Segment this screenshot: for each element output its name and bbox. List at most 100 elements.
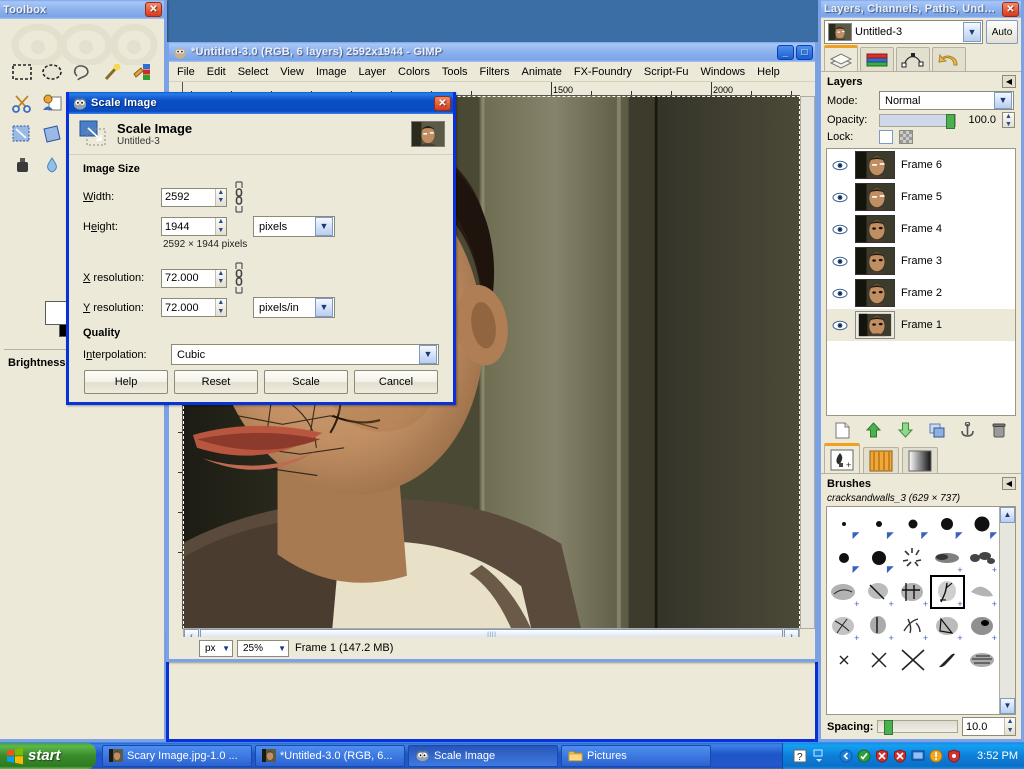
menu-image[interactable]: Image <box>310 64 353 80</box>
brush-cell[interactable]: ◤ <box>965 507 999 541</box>
start-button[interactable]: start <box>0 742 96 769</box>
xres-decrement-button[interactable]: ▼ <box>216 278 226 287</box>
security-alert-icon[interactable] <box>875 748 889 763</box>
duplicate-layer-button[interactable] <box>925 420 949 440</box>
layer-row-frame-3[interactable]: Frame 3 <box>827 245 1015 277</box>
anchor-layer-button[interactable] <box>956 420 980 440</box>
show-hidden-icons-icon[interactable] <box>839 749 853 763</box>
brush-cell[interactable]: + <box>930 609 964 643</box>
layer-list[interactable]: Frame 6 Frame 5 Frame 4 Frame 3 Frame 2 … <box>826 148 1016 416</box>
brush-cell[interactable]: ◤ <box>896 507 930 541</box>
spacing-slider[interactable] <box>877 720 958 735</box>
yres-spinner[interactable]: ▲▼ <box>161 298 227 317</box>
brush-cell[interactable]: + <box>896 609 930 643</box>
spacing-decrement-button[interactable]: ▼ <box>1005 727 1015 736</box>
menu-help[interactable]: Help <box>751 64 786 80</box>
display-icon[interactable] <box>911 749 925 763</box>
lower-layer-button[interactable] <box>893 420 917 440</box>
brush-cell[interactable]: + <box>965 609 999 643</box>
zoom-combo[interactable]: 25% ▼ <box>237 639 289 657</box>
dock-close-button[interactable]: ✕ <box>1002 1 1019 17</box>
lock-pixels-checkbox[interactable] <box>879 130 893 144</box>
resolution-chain-link[interactable] <box>231 261 247 295</box>
width-input[interactable] <box>162 188 215 206</box>
blur-tool[interactable] <box>38 150 67 180</box>
width-spinner[interactable]: ▲▼ <box>161 187 227 207</box>
opacity-decrement-button[interactable]: ▼ <box>1003 121 1014 129</box>
ellipse-select-tool[interactable] <box>38 57 67 87</box>
canvas-vertical-scrollbar[interactable] <box>800 96 815 629</box>
brush-cell[interactable] <box>896 541 930 575</box>
foreground-select-tool[interactable] <box>38 88 67 118</box>
image-window-maximize-button[interactable]: □ <box>796 44 813 60</box>
security-center-icon[interactable] <box>857 749 871 763</box>
brush-cell[interactable]: + <box>827 575 861 609</box>
spacing-increment-button[interactable]: ▲ <box>1005 718 1015 727</box>
eye-icon[interactable] <box>831 320 849 331</box>
opacity-increment-button[interactable]: ▲ <box>1003 113 1014 121</box>
eye-icon[interactable] <box>831 288 849 299</box>
image-selector-combo[interactable]: Untitled-3 ▼ <box>824 20 983 44</box>
brush-cell[interactable]: ◤ <box>827 507 861 541</box>
tab-undo-history[interactable] <box>932 47 966 71</box>
size-unit-combo[interactable]: pixels ▼ <box>253 216 335 237</box>
tab-channels[interactable] <box>860 47 894 71</box>
eye-icon[interactable] <box>831 160 849 171</box>
brush-cell[interactable]: ◤ <box>930 507 964 541</box>
chevron-down-icon[interactable]: ▼ <box>963 22 981 42</box>
dock-titlebar[interactable]: Layers, Channels, Paths, Undo -... ✕ <box>821 0 1021 18</box>
layer-mode-combo[interactable]: Normal ▼ <box>879 91 1014 110</box>
ink-tool[interactable] <box>8 150 37 180</box>
brush-grid[interactable]: ◤ ◤ ◤ ◤ ◤ ◤ ◤ + + + + + + + + + + + + <box>827 507 999 714</box>
brush-cell[interactable] <box>896 643 930 677</box>
height-decrement-button[interactable]: ▼ <box>216 227 226 236</box>
toolbox-close-button[interactable]: ✕ <box>145 2 162 17</box>
toolbox-titlebar[interactable]: Toolbox ✕ <box>0 0 164 19</box>
scale-button[interactable]: Scale <box>264 370 348 394</box>
tab-patterns[interactable] <box>863 447 899 473</box>
brush-grid-scrollbar[interactable]: ▲ ▼ <box>999 507 1015 714</box>
brush-scroll-up-button[interactable]: ▲ <box>1000 507 1015 523</box>
interpolation-combo[interactable]: Cubic ▼ <box>171 344 439 365</box>
menu-fx-foundry[interactable]: FX-Foundry <box>568 64 638 80</box>
brush-cell[interactable]: + <box>896 575 930 609</box>
tab-gradients[interactable] <box>902 447 938 473</box>
unit-combo[interactable]: px ▼ <box>199 639 233 657</box>
xres-input[interactable] <box>162 269 215 287</box>
menu-animate[interactable]: Animate <box>515 64 567 80</box>
scissors-select-tool[interactable] <box>8 88 37 118</box>
free-select-tool[interactable] <box>68 57 97 87</box>
update-icon[interactable] <box>929 749 943 763</box>
eye-icon[interactable] <box>831 224 849 235</box>
tab-brushes[interactable]: + <box>824 443 860 473</box>
help-icon[interactable]: ? <box>793 749 807 763</box>
image-window-titlebar[interactable]: *Untitled-3.0 (RGB, 6 layers) 2592x1944 … <box>169 42 815 62</box>
auto-follow-button[interactable]: Auto <box>986 20 1018 44</box>
yres-input[interactable] <box>162 299 215 316</box>
layer-row-frame-4[interactable]: Frame 4 <box>827 213 1015 245</box>
cancel-button[interactable]: Cancel <box>354 370 438 394</box>
xres-spinner[interactable]: ▲▼ <box>161 268 227 288</box>
brush-cell[interactable] <box>861 643 895 677</box>
width-decrement-button[interactable]: ▼ <box>216 197 226 206</box>
brushes-panel-menu-button[interactable]: ◀ <box>1002 477 1016 490</box>
brush-cell[interactable]: + <box>861 575 895 609</box>
eye-icon[interactable] <box>831 192 849 203</box>
height-spinner[interactable]: ▲▼ <box>161 217 227 236</box>
taskbar-item-untitled-3[interactable]: *Untitled-3.0 (RGB, 6... <box>255 744 405 767</box>
help-button[interactable]: Help <box>84 370 168 394</box>
layer-row-frame-6[interactable]: Frame 6 <box>827 149 1015 181</box>
by-color-select-tool[interactable] <box>127 57 156 87</box>
menu-colors[interactable]: Colors <box>392 64 436 80</box>
raise-layer-button[interactable] <box>862 420 886 440</box>
height-input[interactable] <box>162 218 215 235</box>
menu-script-fu[interactable]: Script-Fu <box>638 64 695 80</box>
brush-cell-selected[interactable]: + <box>930 575 965 609</box>
scale-dialog-close-button[interactable]: ✕ <box>434 95 451 111</box>
brush-cell[interactable]: ◤ <box>827 541 861 575</box>
spacing-slider-knob[interactable] <box>884 720 894 735</box>
antivirus-icon[interactable] <box>947 748 961 763</box>
taskbar-item-pictures[interactable]: Pictures <box>561 744 711 767</box>
taskbar-item-scale-image[interactable]: Scale Image <box>408 744 558 767</box>
brush-cell[interactable] <box>965 643 999 677</box>
